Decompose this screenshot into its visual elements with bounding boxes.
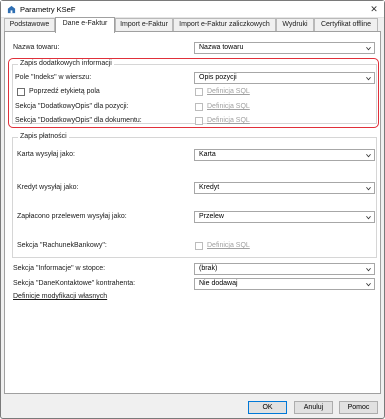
app-icon	[7, 5, 16, 14]
poprzedz-label: Poprzedź etykietą pola	[29, 88, 100, 95]
rachunek-definicja-sql-link[interactable]: Definicja SQL	[207, 242, 250, 249]
rachunek-label: Sekcja "RachunekBankowy":	[17, 242, 107, 249]
dane-kontaktowe-label: Sekcja "DaneKontaktowe" kontrahenta:	[13, 280, 136, 287]
sekcja-pozycji-label: Sekcja "DodatkowyOpis" dla pozycji:	[15, 103, 129, 110]
ok-button[interactable]: OK	[248, 401, 287, 414]
informacje-stopce-label: Sekcja "Informacje" w stopce:	[13, 265, 106, 272]
chevron-down-icon	[366, 76, 371, 81]
definicja-sql-link-1[interactable]: Definicja SQL	[207, 88, 250, 95]
tab-wydruki[interactable]: Wydruki	[276, 18, 314, 32]
kredyt-select[interactable]: Kredyt	[194, 182, 375, 194]
definicja-sql-checkbox-1[interactable]	[195, 88, 203, 96]
dane-kontaktowe-select[interactable]: Nie dodawaj	[194, 278, 375, 290]
definicja-sql-link-3[interactable]: Definicja SQL	[207, 117, 250, 124]
pole-indeks-value: Opis pozycji	[199, 74, 237, 81]
definicja-sql-checkbox-3[interactable]	[195, 117, 203, 125]
przelew-label: Zapłacono przelewem wysyłaj jako:	[17, 213, 127, 220]
tab-panel: Nazwa towaru: Nazwa towaru Zapis dodatko…	[4, 31, 381, 394]
przelew-select[interactable]: Przelew	[194, 211, 375, 223]
pole-indeks-select[interactable]: Opis pozycji	[194, 72, 375, 84]
tab-certyfikat-offline[interactable]: Certyfikat offline	[314, 18, 378, 32]
window-title: Parametry KSeF	[20, 5, 76, 14]
sekcja-dokumentu-label: Sekcja "DodatkowyOpis" dla dokumentu:	[15, 117, 142, 124]
kredyt-label: Kredyt wysyłaj jako:	[17, 184, 79, 191]
chevron-down-icon	[366, 267, 371, 272]
close-icon[interactable]: ✕	[368, 3, 380, 15]
tab-import-e-faktur[interactable]: Import e-Faktur	[115, 18, 173, 32]
nazwa-towaru-select[interactable]: Nazwa towaru	[194, 42, 375, 54]
group-title: Zapis dodatkowych informacji	[18, 60, 114, 67]
chevron-down-icon	[366, 282, 371, 287]
definicja-sql-checkbox-2[interactable]	[195, 103, 203, 111]
dane-kontaktowe-value: Nie dodawaj	[199, 280, 238, 287]
cancel-button[interactable]: Anuluj	[294, 401, 333, 414]
karta-label: Karta wysyłaj jako:	[17, 151, 75, 158]
nazwa-towaru-label: Nazwa towaru:	[13, 44, 60, 51]
title-bar: Parametry KSeF ✕	[1, 1, 384, 18]
help-button[interactable]: Pomoc	[339, 401, 378, 414]
chevron-down-icon	[366, 153, 371, 158]
tab-podstawowe[interactable]: Podstawowe	[4, 18, 55, 32]
karta-value: Karta	[199, 151, 216, 158]
nazwa-towaru-value: Nazwa towaru	[199, 44, 244, 51]
definicja-sql-link-2[interactable]: Definicja SQL	[207, 103, 250, 110]
tab-import-e-faktur-zaliczkowych[interactable]: Import e-Faktur zaliczkowych	[173, 18, 276, 32]
rachunek-checkbox[interactable]	[195, 242, 203, 250]
karta-select[interactable]: Karta	[194, 149, 375, 161]
przelew-value: Przelew	[199, 213, 224, 220]
informacje-stopce-value: (brak)	[199, 265, 218, 272]
poprzedz-checkbox[interactable]	[17, 88, 25, 96]
chevron-down-icon	[366, 215, 371, 220]
dialog-window: Parametry KSeF ✕ Podstawowe Dane e-Faktu…	[0, 0, 385, 419]
group-title: Zapis płatności	[18, 133, 69, 140]
chevron-down-icon	[366, 46, 371, 51]
chevron-down-icon	[366, 186, 371, 191]
pole-indeks-label: Pole "Indeks" w wierszu:	[15, 74, 92, 81]
kredyt-value: Kredyt	[199, 184, 220, 191]
informacje-stopce-select[interactable]: (brak)	[194, 263, 375, 275]
definicje-modyfikacji-link[interactable]: Definicje modyfikacji własnych	[13, 293, 107, 300]
tab-dane-e-faktur[interactable]: Dane e-Faktur	[55, 17, 115, 33]
